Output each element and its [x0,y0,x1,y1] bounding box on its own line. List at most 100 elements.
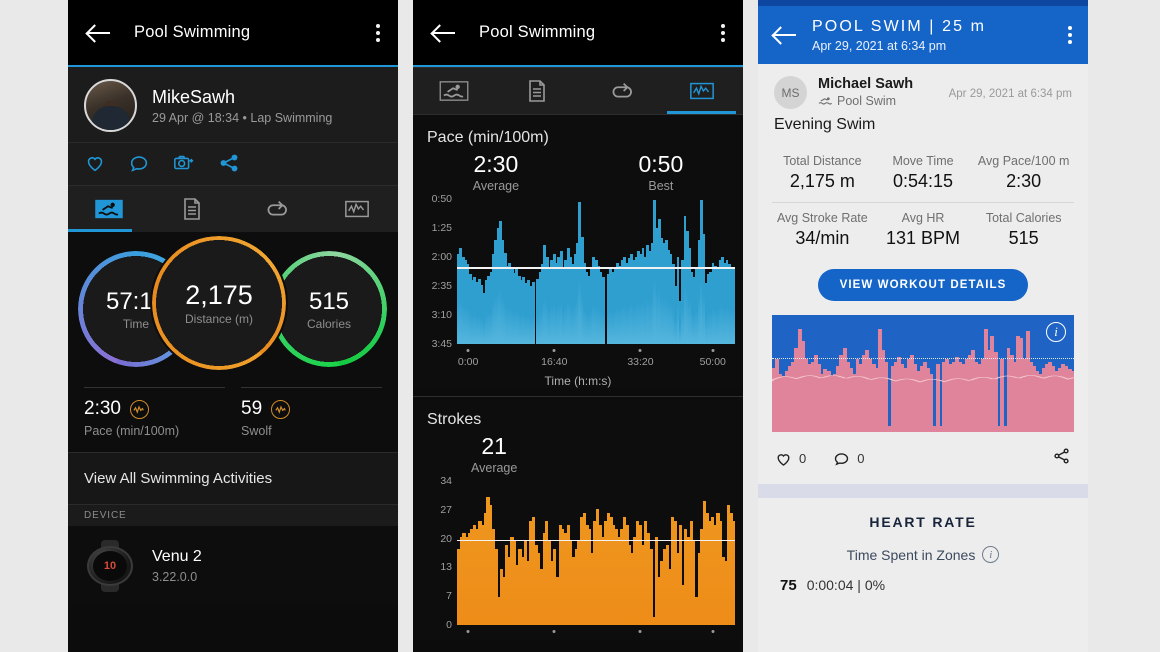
camera-icon[interactable] [172,152,196,174]
threshold-line [772,358,1074,360]
avatar[interactable]: MS [774,76,807,109]
stat-move-time: Move Time 0:54:15 [873,154,974,192]
tab-graphs[interactable] [316,186,399,232]
x-tick-marker [466,349,470,352]
back-arrow-icon[interactable] [84,18,114,48]
view-workout-details-container: VIEW WORKOUT DETAILS [758,259,1088,315]
stat-total-calories: Total Calories 515 [973,211,1074,249]
stats-row: Total Distance 2,175 m Move Time 0:54:15… [772,146,1074,202]
tab-graphs[interactable] [661,68,744,114]
metric-pace-label: Pace (min/100m) [84,424,180,438]
stat-avg-stroke-rate: Avg Stroke Rate 34/min [772,211,873,249]
metric-swolf-value: 59 [241,398,263,419]
heart-icon[interactable] [84,152,106,174]
stat-label: Total Distance [783,154,862,168]
metric-pace-value: 2:30 [84,398,121,419]
author-name[interactable]: Michael Sawh [818,76,949,92]
strokes-plot-area: 34 27 20 13 7 0 [440,475,735,631]
device-row[interactable]: 10 Venu 2 3.22.0.0 [68,526,398,606]
y-tick-label: 13 [440,561,452,574]
share-icon [1054,448,1069,464]
y-tick-label: 0 [446,619,452,631]
details-list-icon [183,198,200,220]
kudos-button[interactable]: 0 [774,450,806,468]
share-button[interactable] [1051,446,1072,471]
activity-type-label: Pool Swim [837,94,897,108]
y-tick-label: 27 [440,503,452,516]
back-arrow-icon[interactable] [772,22,798,48]
pace-best-label: Best [648,179,674,193]
strokes-chart-card: Strokes 21 Average 34 27 20 13 7 0 [413,396,743,639]
heart-rate-chart[interactable]: i [772,315,1074,432]
device-name: Venu 2 [152,548,202,565]
comment-icon[interactable] [128,152,150,174]
swimmer-icon [95,199,123,219]
device-version: 3.22.0.0 [152,570,198,584]
average-line [457,267,735,269]
y-tick-label: 34 [440,475,452,487]
zones-label-text: Time Spent in Zones [846,546,976,563]
x-tick-marker [552,349,556,352]
x-tick-marker [638,630,642,633]
y-tick-label: 2:35 [431,280,452,292]
profile-strip: MikeSawh 29 Apr @ 18:34 • Lap Swimming [68,67,398,142]
pace-y-axis: 0:50 1:25 2:00 2:35 3:10 3:45 [415,193,455,350]
x-tick-label: 50:00 [699,356,726,368]
chart-bar [993,352,998,432]
ring-calories: 515 Calories [271,251,387,367]
summary-rings: 57:10 Time 2,175 Distance (m) 515 Calori… [68,232,398,387]
pace-chart-summary: 2:30 Average 0:50 Best [413,147,743,199]
tab-laps[interactable] [578,68,661,114]
heart-rate-trace [772,375,1074,383]
chart-bar [732,268,735,344]
share-icon[interactable] [218,152,240,174]
comment-count: 0 [857,451,865,466]
overflow-menu-icon[interactable] [1068,23,1072,47]
tab-laps[interactable] [233,186,316,232]
comment-button[interactable]: 0 [832,450,864,468]
strokes-y-axis: 34 27 20 13 7 0 [415,475,455,631]
device-section-header: DEVICE [68,505,398,526]
laps-loop-icon [267,200,288,216]
y-tick-label: 7 [446,590,452,603]
strokes-bars [457,481,735,625]
heart-rate-section: HEART RATE Time Spent in Zones i 75 0:00… [758,498,1088,594]
pace-x-axis: 0:00 16:40 33:20 50:00 [457,344,735,376]
page-title: POOL SWIM | 25 m [812,17,987,35]
tab-details[interactable] [151,186,234,232]
stat-total-distance: Total Distance 2,175 m [772,154,873,192]
details-list-icon [528,80,545,102]
stat-value: 131 BPM [885,228,961,248]
screenshot-stage: Pool Swimming MikeSawh 29 Apr @ 18:34 • … [0,0,1160,652]
info-icon[interactable]: i [1046,322,1066,342]
charts-tab-bar [413,67,743,114]
activity-date: Apr 29, 2021 at 6:34 pm [948,88,1072,100]
tab-summary[interactable] [68,186,151,232]
stat-value: 0:54:15 [892,171,954,191]
page-title: Pool Swimming [479,23,596,41]
profile-meta: 29 Apr @ 18:34 • Lap Swimming [152,110,333,125]
x-tick-marker [711,349,715,352]
laps-loop-icon [612,82,633,98]
tab-summary[interactable] [413,68,496,114]
activity-title[interactable]: Evening Swim [758,109,1088,146]
ring-distance: 2,175 Distance (m) [152,236,286,370]
overflow-menu-icon[interactable] [721,21,725,45]
back-arrow-icon[interactable] [429,18,459,48]
stat-label: Avg HR [901,211,945,225]
heart-rate-title: HEART RATE [869,514,977,530]
view-workout-details-button[interactable]: VIEW WORKOUT DETAILS [817,269,1029,301]
y-tick-label: 2:00 [431,251,452,263]
overflow-menu-icon[interactable] [376,21,380,45]
chart-bar [601,277,605,344]
pace-chart-card: Pace (min/100m) 2:30 Average 0:50 Best 0… [413,114,743,388]
view-all-activities-link[interactable]: View All Swimming Activities [68,452,398,505]
strava-top-bar: POOL SWIM | 25 m Apr 29, 2021 at 6:34 pm [758,6,1088,64]
y-tick-label: 3:45 [431,338,452,350]
pace-plot-area: 0:50 1:25 2:00 2:35 3:10 3:45 [432,193,735,350]
info-icon[interactable]: i [982,546,1000,563]
tab-details[interactable] [496,68,579,114]
graph-icon [344,200,369,218]
y-tick-label: 20 [440,532,452,545]
y-tick-label: 1:25 [431,222,452,234]
